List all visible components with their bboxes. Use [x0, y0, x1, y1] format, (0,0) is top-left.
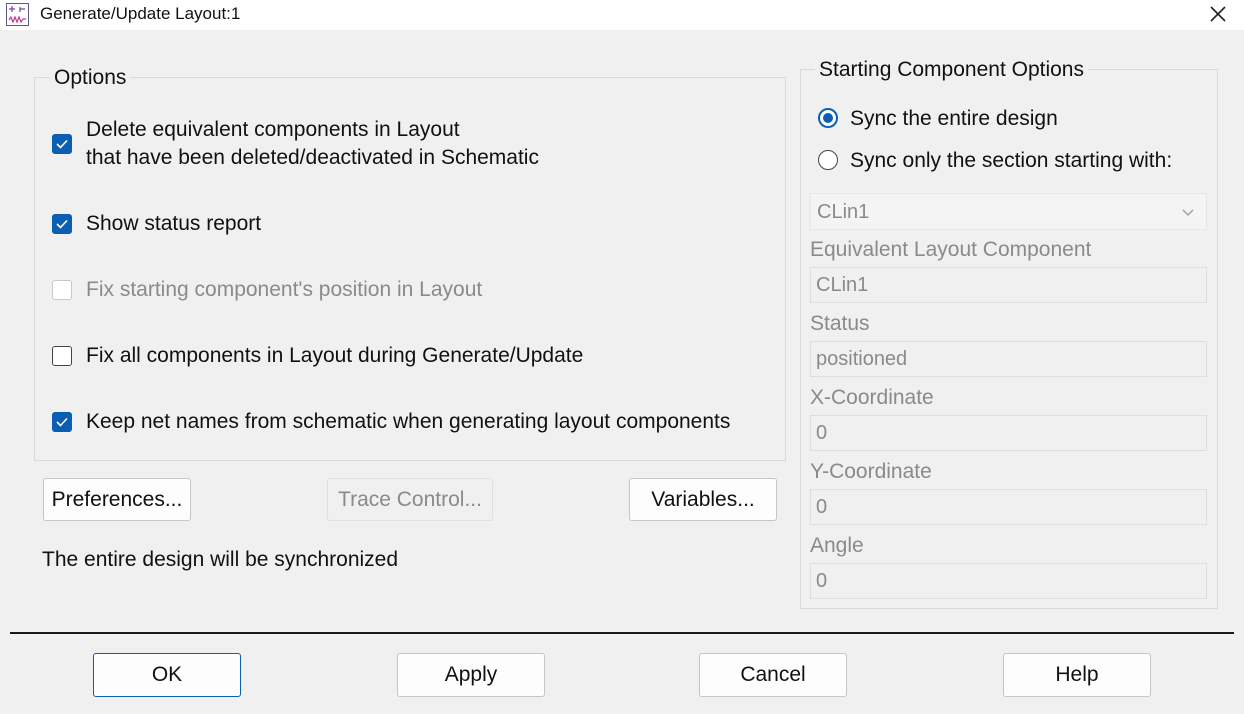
window-title: Generate/Update Layout:1 [40, 4, 241, 23]
starting-component-group-title: Starting Component Options [815, 58, 1088, 82]
delete-equivalent-label-line2: that have been deleted/deactivated in Sc… [86, 146, 539, 169]
keep-net-names-checkbox[interactable] [52, 412, 72, 432]
fix-starting-position-label: Fix starting component's position in Lay… [86, 278, 483, 301]
chevron-down-icon [1181, 194, 1195, 242]
ok-button[interactable]: OK [93, 653, 241, 697]
equivalent-layout-field[interactable]: CLin1 [810, 267, 1207, 303]
sync-section-radio[interactable] [818, 150, 838, 170]
cancel-button[interactable]: Cancel [699, 653, 847, 697]
sync-status-message: The entire design will be synchronized [42, 548, 399, 571]
sync-entire-radio[interactable] [818, 108, 838, 128]
x-coordinate-field[interactable]: 0 [810, 415, 1207, 451]
fix-starting-position-checkbox[interactable] [52, 280, 72, 300]
close-icon[interactable] [1204, 2, 1232, 26]
show-status-report-label: Show status report [86, 212, 262, 235]
preferences-button[interactable]: Preferences... [43, 478, 191, 521]
checkmark-icon [56, 219, 68, 229]
title-bar: Generate/Update Layout:1 [0, 0, 1244, 30]
keep-net-names-label: Keep net names from schematic when gener… [86, 410, 731, 433]
starting-component-value: CLin1 [817, 201, 870, 223]
schematic-layout-icon [6, 3, 29, 26]
options-group-title: Options [50, 66, 131, 90]
fix-all-components-label: Fix all components in Layout during Gene… [86, 344, 584, 367]
checkmark-icon [56, 139, 68, 149]
y-coordinate-field[interactable]: 0 [810, 489, 1207, 525]
angle-field[interactable]: 0 [810, 563, 1207, 599]
x-coordinate-label: X-Coordinate [810, 386, 934, 409]
apply-button[interactable]: Apply [397, 653, 545, 697]
fix-all-components-checkbox[interactable] [52, 346, 72, 366]
checkmark-icon [56, 417, 68, 427]
delete-equivalent-checkbox[interactable] [52, 134, 72, 154]
delete-equivalent-label-line1: Delete equivalent components in Layout [86, 118, 460, 141]
sync-entire-label: Sync the entire design [850, 107, 1058, 130]
show-status-report-checkbox[interactable] [52, 214, 72, 234]
trace-control-button[interactable]: Trace Control... [327, 478, 493, 521]
sync-section-label: Sync only the section starting with: [850, 149, 1173, 172]
help-button[interactable]: Help [1003, 653, 1151, 697]
variables-button[interactable]: Variables... [629, 478, 777, 521]
equivalent-layout-label: Equivalent Layout Component [810, 238, 1092, 261]
status-field[interactable]: positioned [810, 341, 1207, 377]
footer-divider [10, 632, 1234, 634]
status-label: Status [810, 312, 870, 335]
starting-component-select[interactable]: CLin1 [810, 193, 1207, 230]
y-coordinate-label: Y-Coordinate [810, 460, 932, 483]
angle-label: Angle [810, 534, 864, 557]
